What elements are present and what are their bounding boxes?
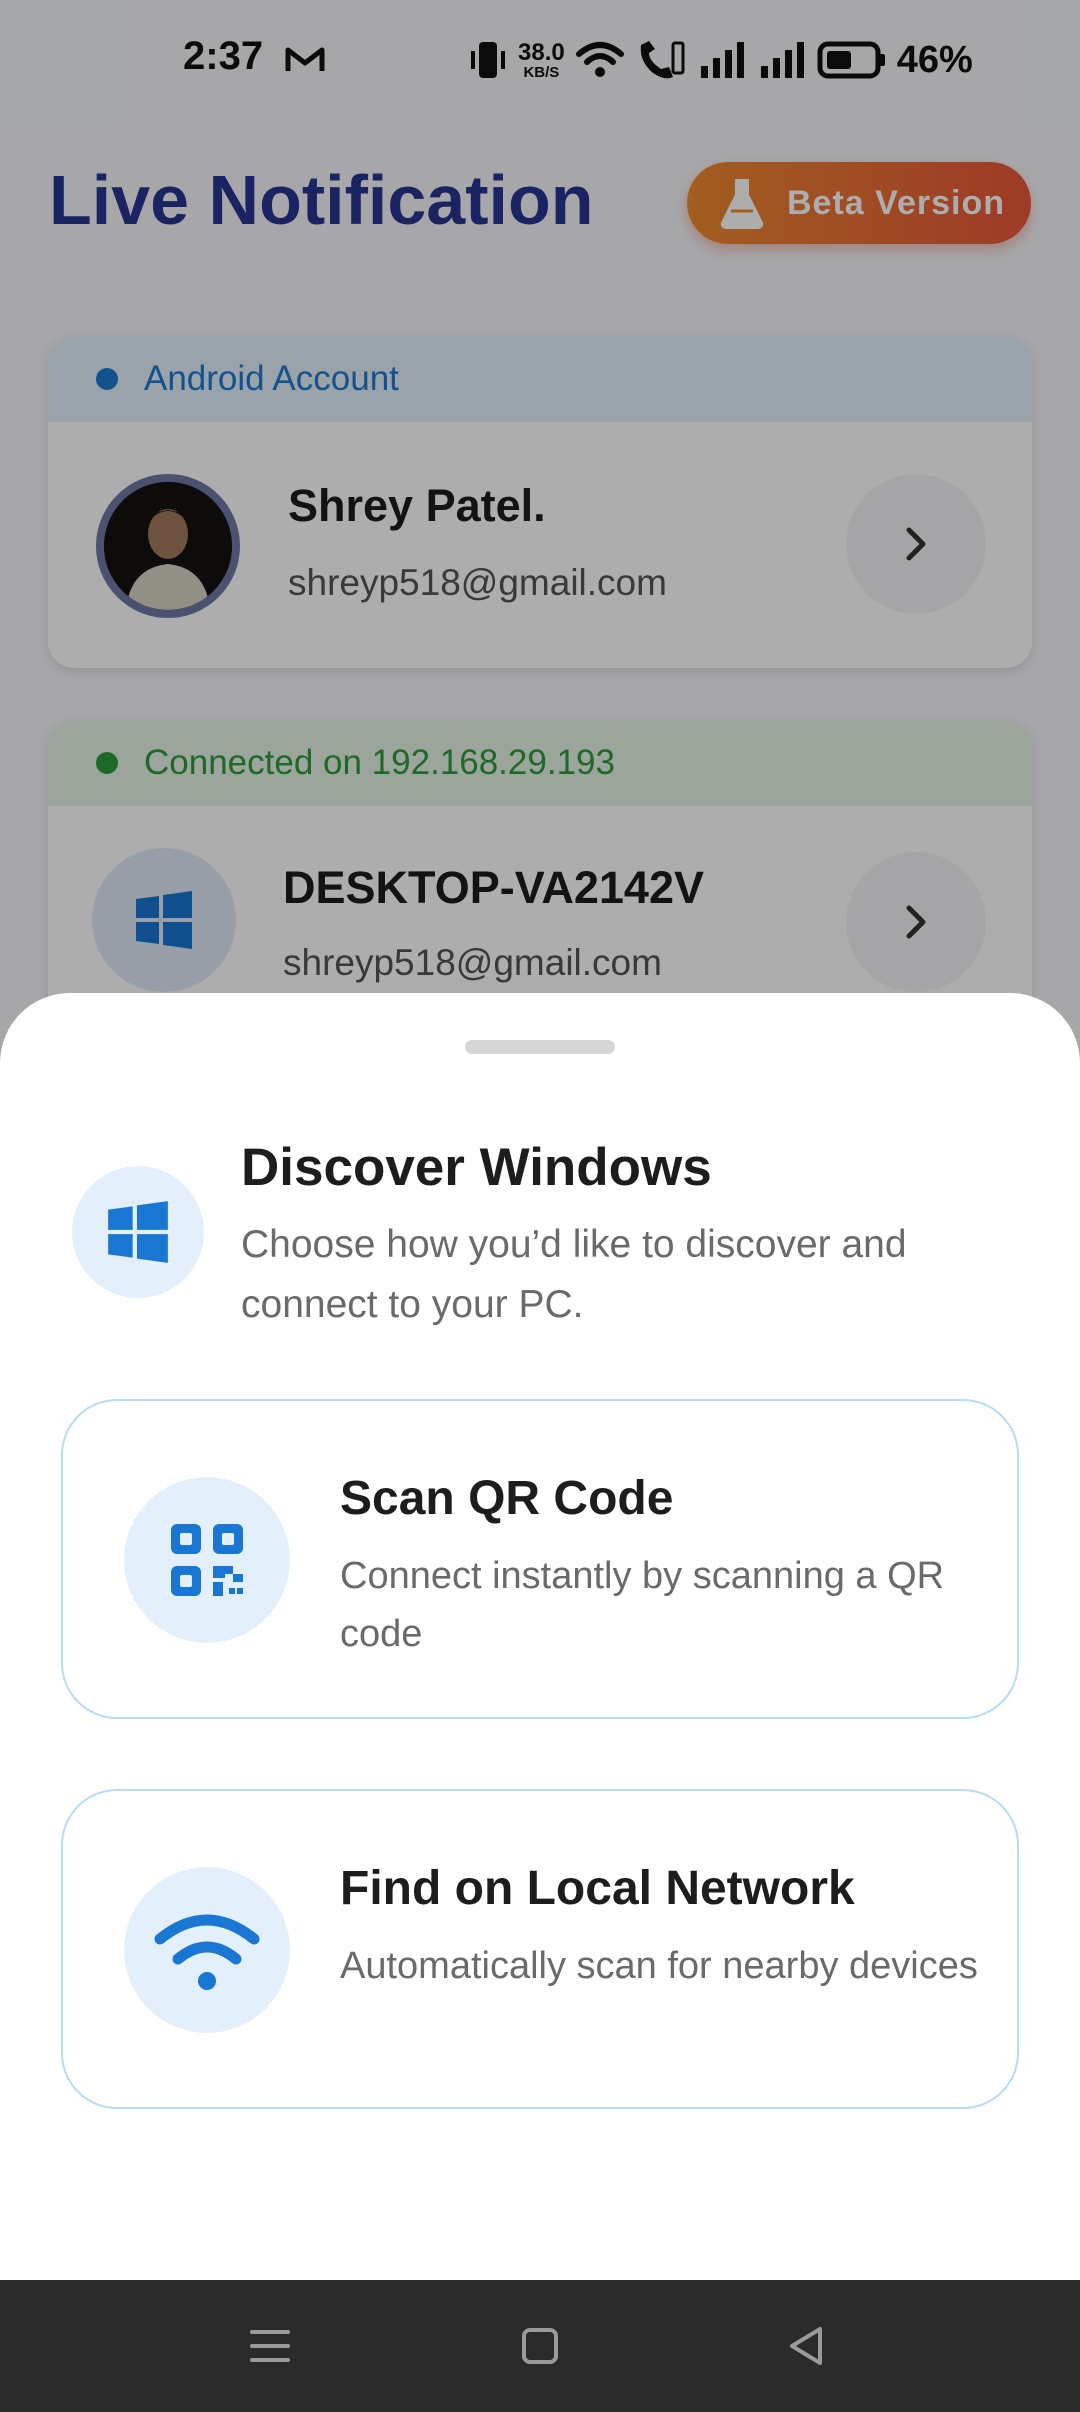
menu-icon: [250, 2330, 290, 2362]
scan-qr-option[interactable]: Scan QR Code Connect instantly by scanni…: [61, 1399, 1019, 1719]
windows-icon: [108, 1201, 168, 1263]
nav-home-button[interactable]: [500, 2310, 580, 2382]
back-icon: [790, 2327, 822, 2365]
sheet-title: Discover Windows: [241, 1138, 712, 1197]
screen: 2:37 38.0 KB/S 46% Live Notification Bet…: [0, 0, 1080, 2412]
option-title: Scan QR Code: [340, 1472, 674, 1525]
sheet-header-icon: [72, 1166, 204, 1298]
discover-windows-sheet: Discover Windows Choose how you’d like t…: [0, 993, 1080, 2280]
system-nav-bar: [0, 2280, 1080, 2412]
option-description: Automatically scan for nearby devices: [340, 1945, 978, 1987]
sheet-drag-handle[interactable]: [465, 1040, 615, 1054]
option-title: Find on Local Network: [340, 1862, 855, 1915]
local-network-option[interactable]: Find on Local Network Automatically scan…: [61, 1789, 1019, 2109]
home-icon: [522, 2328, 558, 2364]
nav-menu-button[interactable]: [230, 2310, 310, 2382]
wifi-icon: [154, 1914, 260, 1990]
option-description: Connect instantly by scanning a QR code: [340, 1555, 945, 1655]
sheet-subtitle: Choose how you’d like to discover and co…: [241, 1223, 907, 1326]
nav-back-button[interactable]: [766, 2310, 846, 2382]
option-icon-circle: [124, 1477, 290, 1643]
option-icon-circle: [124, 1867, 290, 2033]
qr-code-icon: [171, 1524, 243, 1596]
